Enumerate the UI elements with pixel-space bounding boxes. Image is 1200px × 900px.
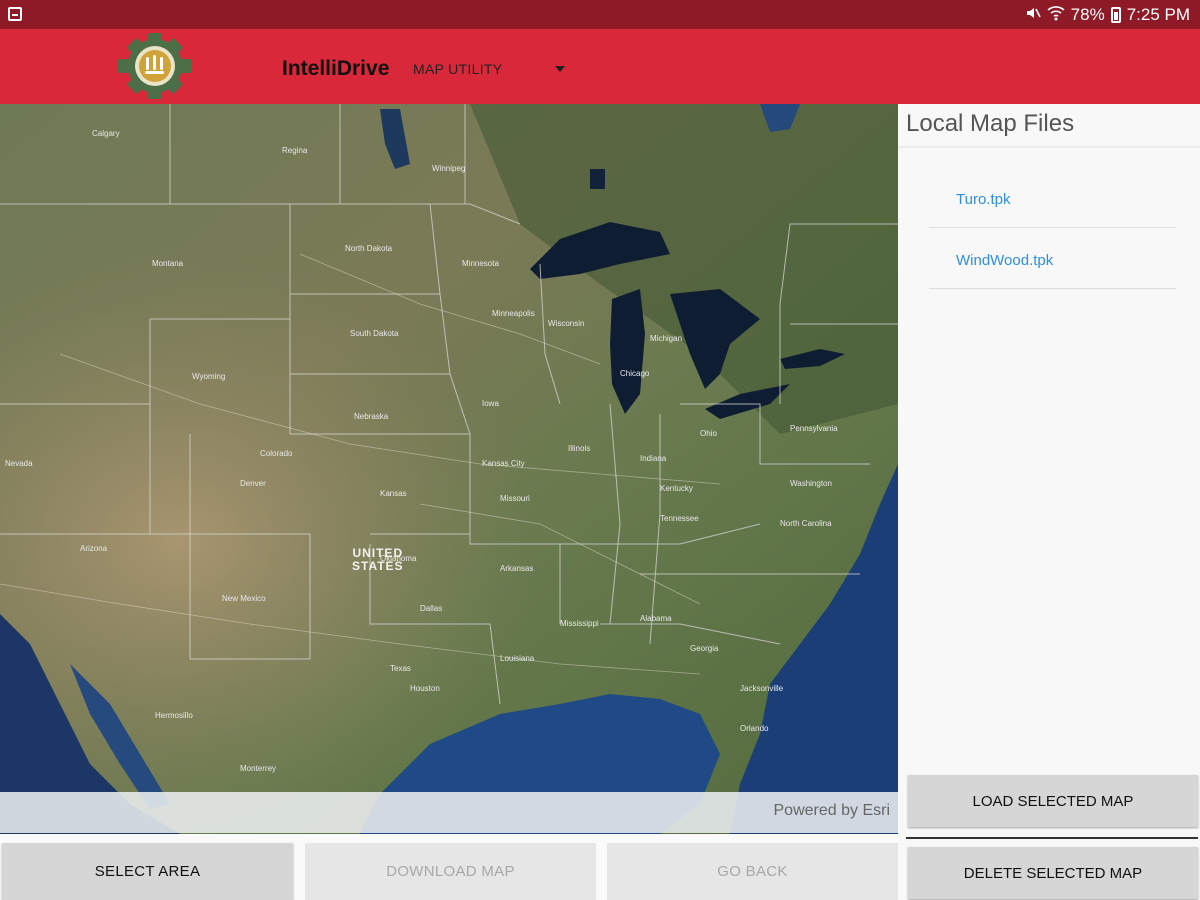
map-utility-dropdown[interactable]: MAP UTILITY [413, 58, 573, 80]
panel-header-divider [898, 146, 1200, 148]
file-list-item[interactable]: Turo.tpk [929, 167, 1176, 228]
map-attribution-bar: Powered by Esri [0, 792, 898, 833]
mute-icon [1025, 5, 1041, 25]
battery-icon [1110, 6, 1121, 23]
load-selected-map-button[interactable]: LOAD SELECTED MAP [908, 775, 1198, 827]
delete-selected-map-button[interactable]: DELETE SELECTED MAP [908, 847, 1198, 899]
file-item-label: Turo.tpk [956, 191, 1011, 208]
app-logo-icon[interactable] [118, 33, 192, 99]
status-right: 78% 7:25 PM [1025, 0, 1190, 29]
go-back-button[interactable]: GO BACK [607, 843, 898, 900]
panel-button-divider [906, 837, 1198, 839]
status-bar: 78% 7:25 PM [0, 0, 1200, 29]
file-item-label: WindWood.tpk [956, 252, 1054, 269]
dropdown-selected-label: MAP UTILITY [413, 61, 503, 77]
wifi-icon [1047, 5, 1065, 25]
esri-attribution: Powered by Esri [773, 802, 891, 819]
download-map-button[interactable]: DOWNLOAD MAP [305, 843, 596, 900]
battery-percent: 78% [1070, 4, 1105, 24]
app-bar: IntelliDrive MAP UTILITY [0, 29, 1200, 104]
clock: 7:25 PM [1126, 4, 1190, 24]
country-label: UNITED STATES [352, 546, 404, 573]
notification-icon [8, 7, 22, 21]
local-map-files-panel: Local Map Files Turo.tpk WindWood.tpk LO… [898, 104, 1200, 900]
select-area-button[interactable]: SELECT AREA [2, 843, 293, 900]
panel-title: Local Map Files [906, 110, 1075, 137]
app-title: IntelliDrive [282, 57, 390, 80]
satellite-map[interactable]: Calgary Regina Winnipeg North Dakota Mon… [0, 104, 898, 834]
file-list-item[interactable]: WindWood.tpk [929, 228, 1176, 289]
chevron-down-icon [555, 66, 565, 72]
